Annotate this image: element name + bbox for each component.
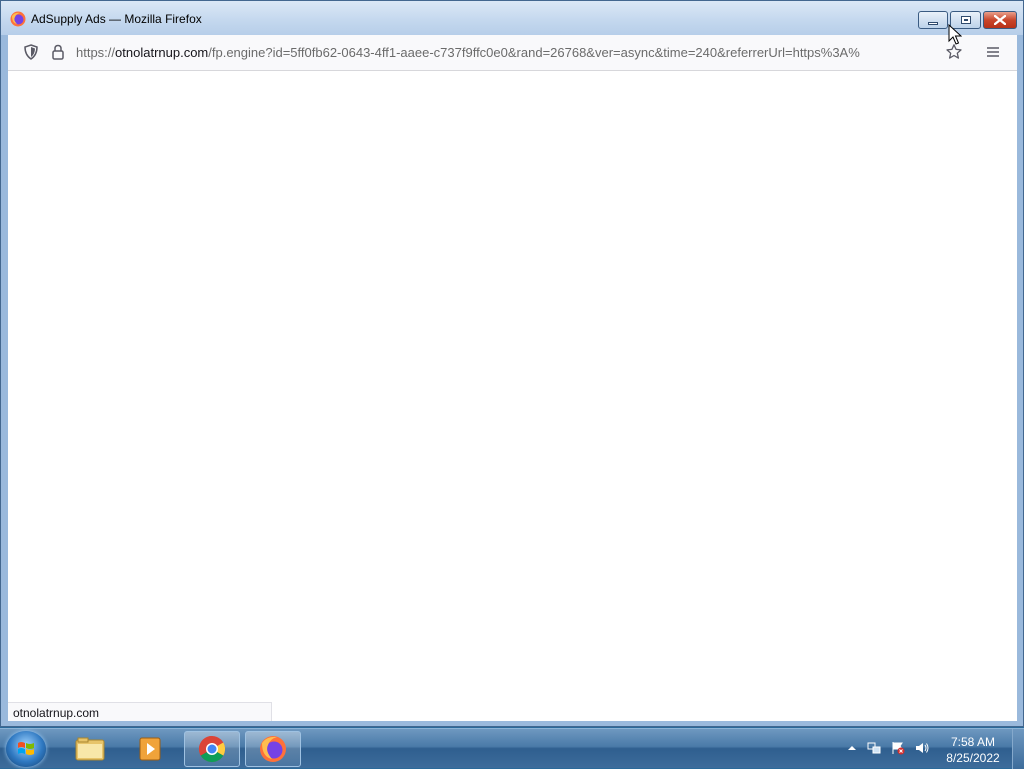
taskbar-file-explorer[interactable]: [62, 731, 118, 767]
url-scheme: https://: [76, 45, 116, 60]
folder-icon: [75, 737, 105, 761]
taskbar-chrome[interactable]: [184, 731, 240, 767]
volume-icon[interactable]: [915, 741, 929, 755]
chrome-icon: [198, 735, 226, 763]
maximize-icon: [960, 16, 971, 24]
menu-icon[interactable]: [984, 43, 1002, 61]
mouse-cursor-icon: [948, 24, 962, 45]
system-clock[interactable]: 7:58 AM 8/25/2022: [940, 734, 1006, 766]
taskbar-media-player[interactable]: [122, 731, 178, 767]
lock-icon[interactable]: [49, 43, 67, 61]
status-text: otnolatrnup.com: [8, 702, 272, 721]
firefox-taskbar-icon: [260, 736, 286, 762]
window-title: AdSupply Ads — Mozilla Firefox: [31, 12, 202, 26]
clock-time: 7:58 AM: [950, 735, 996, 749]
shield-icon[interactable]: [22, 43, 40, 61]
page-content[interactable]: [8, 71, 1017, 721]
url-bar[interactable]: https://otnolatrnup.com/fp.engine?id=5ff…: [76, 45, 942, 60]
show-desktop-button[interactable]: [1012, 729, 1024, 769]
close-button[interactable]: [983, 11, 1017, 29]
close-icon: [994, 15, 1006, 25]
taskbar-firefox[interactable]: [245, 731, 301, 767]
clock-date: 8/25/2022: [946, 751, 1000, 765]
browser-window: AdSupply Ads — Mozilla Firefox https://o…: [0, 0, 1024, 727]
media-player-icon: [139, 737, 161, 761]
firefox-icon: [10, 11, 26, 27]
start-button[interactable]: [6, 731, 46, 767]
url-host: otnolatrnup.com: [115, 45, 209, 60]
show-hidden-icons[interactable]: [845, 741, 859, 755]
action-center-icon[interactable]: [891, 741, 905, 755]
network-icon[interactable]: [867, 741, 881, 755]
title-bar[interactable]: AdSupply Ads — Mozilla Firefox: [1, 1, 1023, 35]
windows-logo-icon: [18, 742, 34, 755]
taskbar: 7:58 AM 8/25/2022: [0, 728, 1024, 769]
minimize-button[interactable]: [918, 11, 948, 29]
url-path: /fp.engine?id=5ff0fb62-0643-4ff1-aaee-c7…: [208, 45, 860, 60]
navigation-bar: https://otnolatrnup.com/fp.engine?id=5ff…: [8, 35, 1017, 71]
minimize-icon: [928, 21, 938, 25]
